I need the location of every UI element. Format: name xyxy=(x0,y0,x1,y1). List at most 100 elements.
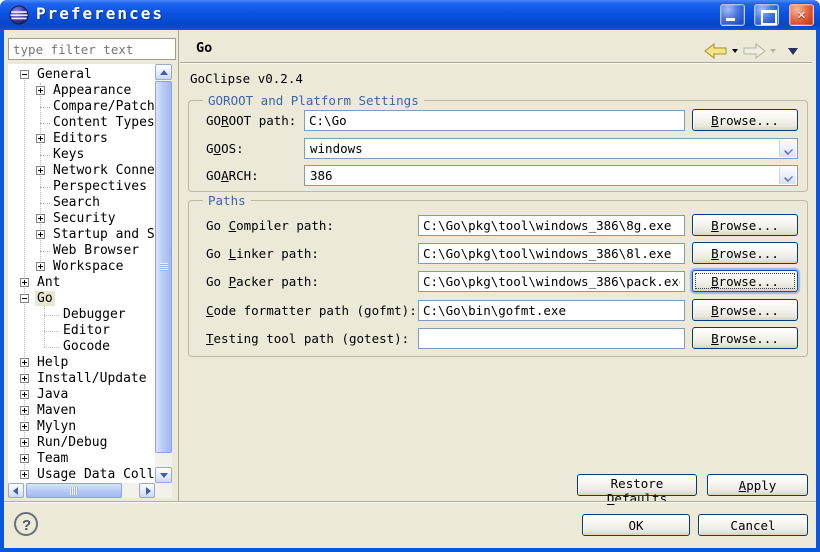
expander-icon[interactable] xyxy=(36,262,45,271)
tree-item[interactable]: Ant xyxy=(8,275,155,291)
tree-item[interactable]: Go xyxy=(8,291,155,307)
expander-icon[interactable] xyxy=(20,406,29,415)
tree-item[interactable]: Network Connect xyxy=(8,163,155,179)
back-arrow-icon[interactable] xyxy=(704,43,728,59)
expander-icon[interactable] xyxy=(20,374,29,383)
path-label: Go Packer path: xyxy=(206,271,319,292)
path-label: Go Linker path: xyxy=(206,243,319,264)
tree-item[interactable]: Gocode xyxy=(8,339,155,355)
page-title: Go xyxy=(196,40,212,56)
expander-icon[interactable] xyxy=(36,214,45,223)
maximize-button[interactable] xyxy=(754,4,779,26)
expander-icon[interactable] xyxy=(20,438,29,447)
expander-icon[interactable] xyxy=(20,278,29,287)
goarch-label: GOARCH: xyxy=(206,165,259,186)
path-row: Go Linker path: Browse... xyxy=(188,243,808,266)
tree-item[interactable]: Run/Debug xyxy=(8,435,155,451)
restore-defaults-button[interactable]: Restore Defaults xyxy=(577,474,697,496)
ok-button[interactable]: OK xyxy=(582,514,690,536)
tree-item-label: Go xyxy=(35,291,55,306)
back-history-dropdown-icon[interactable] xyxy=(732,49,738,53)
expander-icon[interactable] xyxy=(20,390,29,399)
goroot-group-title: GOROOT and Platform Settings xyxy=(203,93,424,108)
tree-vertical-scrollbar[interactable] xyxy=(155,64,172,483)
tree-item[interactable]: Install/Update xyxy=(8,371,155,387)
tree-item-label: Mylyn xyxy=(35,419,78,434)
tree-item-label: Content Types xyxy=(51,115,155,130)
browse-button[interactable]: Browse... xyxy=(692,327,798,349)
expander-icon[interactable] xyxy=(20,422,29,431)
scroll-left-button[interactable] xyxy=(8,483,24,498)
goarch-select[interactable]: 386 xyxy=(304,165,798,186)
apply-button[interactable]: Apply xyxy=(707,474,808,496)
horizontal-scroll-thumb[interactable] xyxy=(26,483,122,498)
expander-icon[interactable] xyxy=(20,294,29,303)
minimize-button[interactable] xyxy=(720,4,745,26)
help-button[interactable]: ? xyxy=(14,512,38,536)
tree-item[interactable]: Usage Data Collect xyxy=(8,467,155,483)
tree-item[interactable]: Keys xyxy=(8,147,155,163)
tree-item[interactable]: Mylyn xyxy=(8,419,155,435)
tree-item[interactable]: Team xyxy=(8,451,155,467)
tree-item-label: Compare/Patch xyxy=(51,99,155,114)
titlebar[interactable]: Preferences ✕ xyxy=(0,0,820,30)
path-input[interactable] xyxy=(418,300,685,321)
goroot-browse-button[interactable]: Browse... xyxy=(692,109,798,131)
arrow-right-icon xyxy=(146,487,151,495)
tree-item[interactable]: Java xyxy=(8,387,155,403)
expander-icon[interactable] xyxy=(20,70,29,79)
tree-item[interactable]: Perspectives xyxy=(8,179,155,195)
tree-horizontal-scrollbar[interactable] xyxy=(8,483,155,498)
forward-history-dropdown-icon xyxy=(770,49,776,53)
cancel-button[interactable]: Cancel xyxy=(698,514,808,536)
tree-item-label: General xyxy=(35,67,94,82)
tree-item[interactable]: Startup and Shu xyxy=(8,227,155,243)
expander-icon[interactable] xyxy=(36,134,45,143)
chevron-down-icon[interactable] xyxy=(779,167,796,184)
path-input[interactable] xyxy=(418,215,685,236)
tree-item[interactable]: Search xyxy=(8,195,155,211)
scroll-down-button[interactable] xyxy=(155,467,172,483)
goroot-path-input[interactable] xyxy=(304,110,685,131)
tree-item[interactable]: Editor xyxy=(8,323,155,339)
browse-button[interactable]: Browse... xyxy=(692,214,798,236)
browse-button[interactable]: Browse... xyxy=(692,242,798,264)
expander-icon[interactable] xyxy=(36,166,45,175)
arrow-left-icon xyxy=(13,487,18,495)
tree-item[interactable]: General xyxy=(8,67,155,83)
tree-item[interactable]: Workspace xyxy=(8,259,155,275)
tree-item-label: Search xyxy=(51,195,102,210)
tree-item[interactable]: Debugger xyxy=(8,307,155,323)
expander-icon[interactable] xyxy=(36,230,45,239)
expander-icon[interactable] xyxy=(20,358,29,367)
vertical-scroll-thumb[interactable] xyxy=(155,81,172,453)
path-row: Go Packer path: Browse... xyxy=(188,271,808,294)
view-menu-icon[interactable] xyxy=(788,48,798,55)
chevron-down-icon[interactable] xyxy=(779,140,796,157)
expander-icon[interactable] xyxy=(20,454,29,463)
tree-item[interactable]: Appearance xyxy=(8,83,155,99)
scroll-right-button[interactable] xyxy=(139,483,155,498)
tree-item[interactable]: Editors xyxy=(8,131,155,147)
panel-divider[interactable] xyxy=(178,30,179,501)
tree-item[interactable]: Help xyxy=(8,355,155,371)
expander-icon[interactable] xyxy=(20,470,29,479)
path-input[interactable] xyxy=(418,328,685,349)
filter-input[interactable] xyxy=(8,38,176,60)
expander-icon[interactable] xyxy=(36,86,45,95)
close-button[interactable]: ✕ xyxy=(789,4,814,26)
tree-item-label: Editors xyxy=(51,131,110,146)
tree-item-label: Perspectives xyxy=(51,179,149,194)
tree-item[interactable]: Web Browser xyxy=(8,243,155,259)
goos-select[interactable]: windows xyxy=(304,138,798,159)
tree-item[interactable]: Compare/Patch xyxy=(8,99,155,115)
path-input[interactable] xyxy=(418,243,685,264)
scroll-up-button[interactable] xyxy=(155,64,172,80)
tree-item[interactable]: Maven xyxy=(8,403,155,419)
browse-button[interactable]: Browse... xyxy=(692,270,798,292)
tree-item[interactable]: Security xyxy=(8,211,155,227)
header-separator xyxy=(180,62,812,63)
browse-button[interactable]: Browse... xyxy=(692,299,798,321)
tree-item[interactable]: Content Types xyxy=(8,115,155,131)
path-input[interactable] xyxy=(418,271,685,292)
